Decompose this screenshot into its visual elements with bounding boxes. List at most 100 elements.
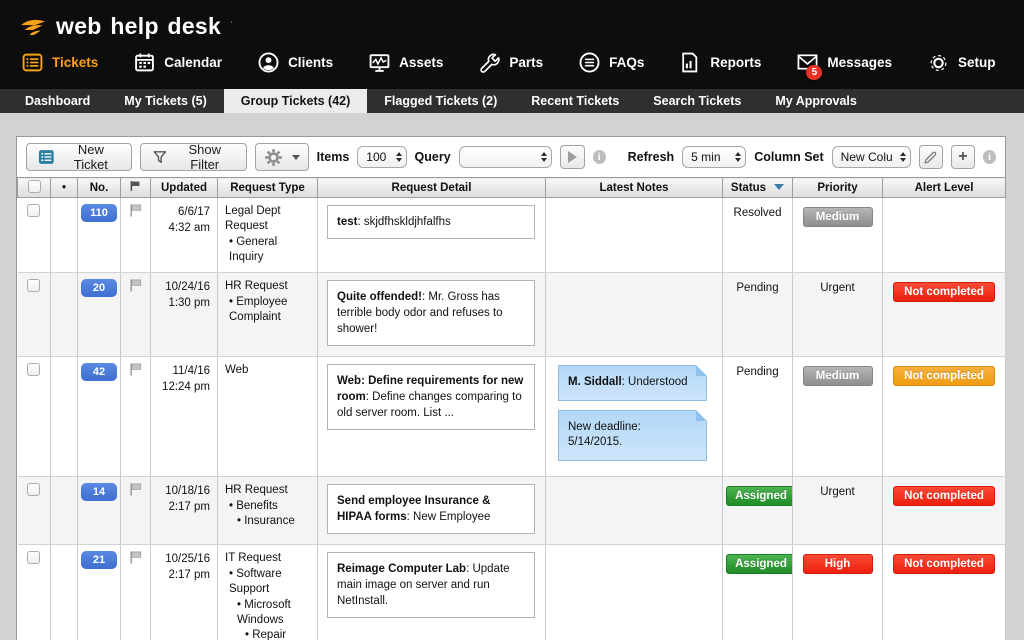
row-checkbox[interactable] <box>27 204 40 217</box>
select-all-checkbox[interactable] <box>28 180 41 193</box>
logo: web help desk˙ <box>0 0 1024 40</box>
subnav-tab-search-tickets[interactable]: Search Tickets <box>636 89 758 113</box>
status-text: Resolved <box>734 207 782 219</box>
ticket-number-badge[interactable]: 14 <box>81 483 117 501</box>
ticket-row-20: 20 10/24/161:30 pm HR Request• Employee … <box>18 272 1006 356</box>
ticket-number-badge[interactable]: 110 <box>81 204 117 222</box>
flag-icon[interactable] <box>128 208 144 220</box>
toolbar: New Ticket Show Filter <box>17 137 1005 177</box>
request-detail-column-header[interactable]: Request Detail <box>318 178 546 198</box>
updated-cell: 6/6/174:32 am <box>151 198 218 273</box>
sort-desc-icon <box>774 184 784 190</box>
alert-level-column-header[interactable]: Alert Level <box>883 178 1006 198</box>
messages-icon: 5 <box>797 52 818 73</box>
request-type-column-header[interactable]: Request Type <box>218 178 318 198</box>
items-select[interactable]: 100 <box>357 146 406 168</box>
status-cell: Assigned <box>723 544 793 640</box>
tickets-table-body: 110 6/6/174:32 am Legal Dept Request• Ge… <box>18 198 1006 640</box>
items-value: 100 <box>366 150 386 164</box>
request-detail-box[interactable]: Send employee Insurance & HIPAA forms: N… <box>327 484 535 534</box>
request-detail-box[interactable]: Quite offended!: Mr. Gross has terrible … <box>327 280 535 346</box>
nav-item-reports[interactable]: Reports <box>680 52 761 73</box>
row-checkbox[interactable] <box>27 483 40 496</box>
nav-item-label: Messages <box>827 55 892 70</box>
web-help-desk-app: web help desk˙ Tickets Calendar Clients Ass… <box>0 0 1024 640</box>
subnav-tab-my-approvals[interactable]: My Approvals <box>758 89 874 113</box>
updated-column-header[interactable]: Updated <box>151 178 218 198</box>
query-info-icon[interactable]: i <box>593 150 606 164</box>
status-text: Pending <box>736 366 778 378</box>
request-detail-box[interactable]: test: skjdfhskldjhfalfhs <box>327 205 535 239</box>
pencil-icon <box>923 150 938 165</box>
nav-item-label: Calendar <box>164 55 222 70</box>
nav-item-label: Parts <box>509 55 543 70</box>
run-query-button[interactable] <box>560 145 584 169</box>
show-filter-button[interactable]: Show Filter <box>140 143 247 171</box>
nav-item-label: Clients <box>288 55 333 70</box>
number-column-header[interactable]: No. <box>78 178 121 198</box>
request-detail-cell: Send employee Insurance & HIPAA forms: N… <box>318 476 546 544</box>
status-text: Pending <box>736 282 778 294</box>
subnav-tab-recent-tickets[interactable]: Recent Tickets <box>514 89 636 113</box>
subnav-tab-my-tickets-5[interactable]: My Tickets (5) <box>107 89 223 113</box>
column-set-label: Column Set <box>754 150 823 164</box>
clients-icon <box>258 52 279 73</box>
filter-funnel-icon <box>152 149 168 166</box>
nav-item-clients[interactable]: Clients <box>258 52 333 73</box>
status-badge: Assigned <box>726 486 793 506</box>
nav-item-parts[interactable]: Parts <box>479 52 543 73</box>
request-detail-box[interactable]: Web: Define requirements for new room: D… <box>327 364 535 430</box>
table-options-button[interactable] <box>255 143 309 171</box>
query-select[interactable] <box>459 146 553 168</box>
subnav-tab-dashboard[interactable]: Dashboard <box>8 89 107 113</box>
alert-badge: Not completed <box>893 554 995 574</box>
table-header-row: • No. Updated Request Type Request Detai… <box>18 178 1006 198</box>
request-detail-box[interactable]: Reimage Computer Lab: Update main image … <box>327 552 535 618</box>
ticket-number-badge[interactable]: 21 <box>81 551 117 569</box>
nav-item-messages[interactable]: 5 Messages <box>797 52 892 73</box>
status-column-header[interactable]: Status <box>723 178 793 198</box>
flag-icon[interactable] <box>128 283 144 295</box>
ticket-number-badge[interactable]: 42 <box>81 363 117 381</box>
updated-cell: 11/4/1612:24 pm <box>151 357 218 477</box>
flag-column-header[interactable] <box>121 178 151 198</box>
subnav-tab-group-tickets-42[interactable]: Group Tickets (42) <box>224 89 368 113</box>
faqs-icon <box>579 52 600 73</box>
new-ticket-button[interactable]: New Ticket <box>26 143 132 171</box>
priority-cell: Medium <box>793 198 883 273</box>
request-type-cell: HR Request• Benefits• Insurance <box>218 476 318 544</box>
column-set-value: New Colu <box>841 150 893 164</box>
column-set-info-icon[interactable]: i <box>983 150 996 164</box>
refresh-select[interactable]: 5 min <box>682 146 746 168</box>
latest-notes-column-header[interactable]: Latest Notes <box>546 178 723 198</box>
alert-badge: Not completed <box>893 282 995 302</box>
subnav-tab-flagged-tickets-2[interactable]: Flagged Tickets (2) <box>367 89 514 113</box>
flag-icon[interactable] <box>128 367 144 379</box>
ticket-row-42: 42 11/4/1612:24 pm Web Web: Define requi… <box>18 357 1006 477</box>
flag-icon[interactable] <box>128 555 144 567</box>
row-checkbox[interactable] <box>27 551 40 564</box>
add-column-set-button[interactable]: + <box>951 145 975 169</box>
gear-icon <box>264 148 283 167</box>
flag-icon[interactable] <box>128 487 144 499</box>
parts-icon <box>479 52 500 73</box>
priority-badge: Medium <box>803 366 873 386</box>
row-checkbox[interactable] <box>27 363 40 376</box>
tickets-icon <box>22 52 43 73</box>
new-ticket-label: New Ticket <box>62 142 121 172</box>
nav-item-setup[interactable]: Setup <box>928 52 996 73</box>
unread-column-header[interactable]: • <box>51 178 78 198</box>
nav-item-calendar[interactable]: Calendar <box>134 52 222 73</box>
ticket-row-21: 21 10/25/162:17 pm IT Request• Software … <box>18 544 1006 640</box>
request-type-cell: Web <box>218 357 318 477</box>
column-set-select[interactable]: New Colu <box>832 146 911 168</box>
edit-column-set-button[interactable] <box>919 145 943 169</box>
request-type-cell: IT Request• Software Support• Microsoft … <box>218 544 318 640</box>
request-detail-cell: Web: Define requirements for new room: D… <box>318 357 546 477</box>
row-checkbox[interactable] <box>27 279 40 292</box>
nav-item-assets[interactable]: Assets <box>369 52 443 73</box>
nav-item-tickets[interactable]: Tickets <box>22 52 98 73</box>
ticket-number-badge[interactable]: 20 <box>81 279 117 297</box>
priority-column-header[interactable]: Priority <box>793 178 883 198</box>
nav-item-faqs[interactable]: FAQs <box>579 52 644 73</box>
